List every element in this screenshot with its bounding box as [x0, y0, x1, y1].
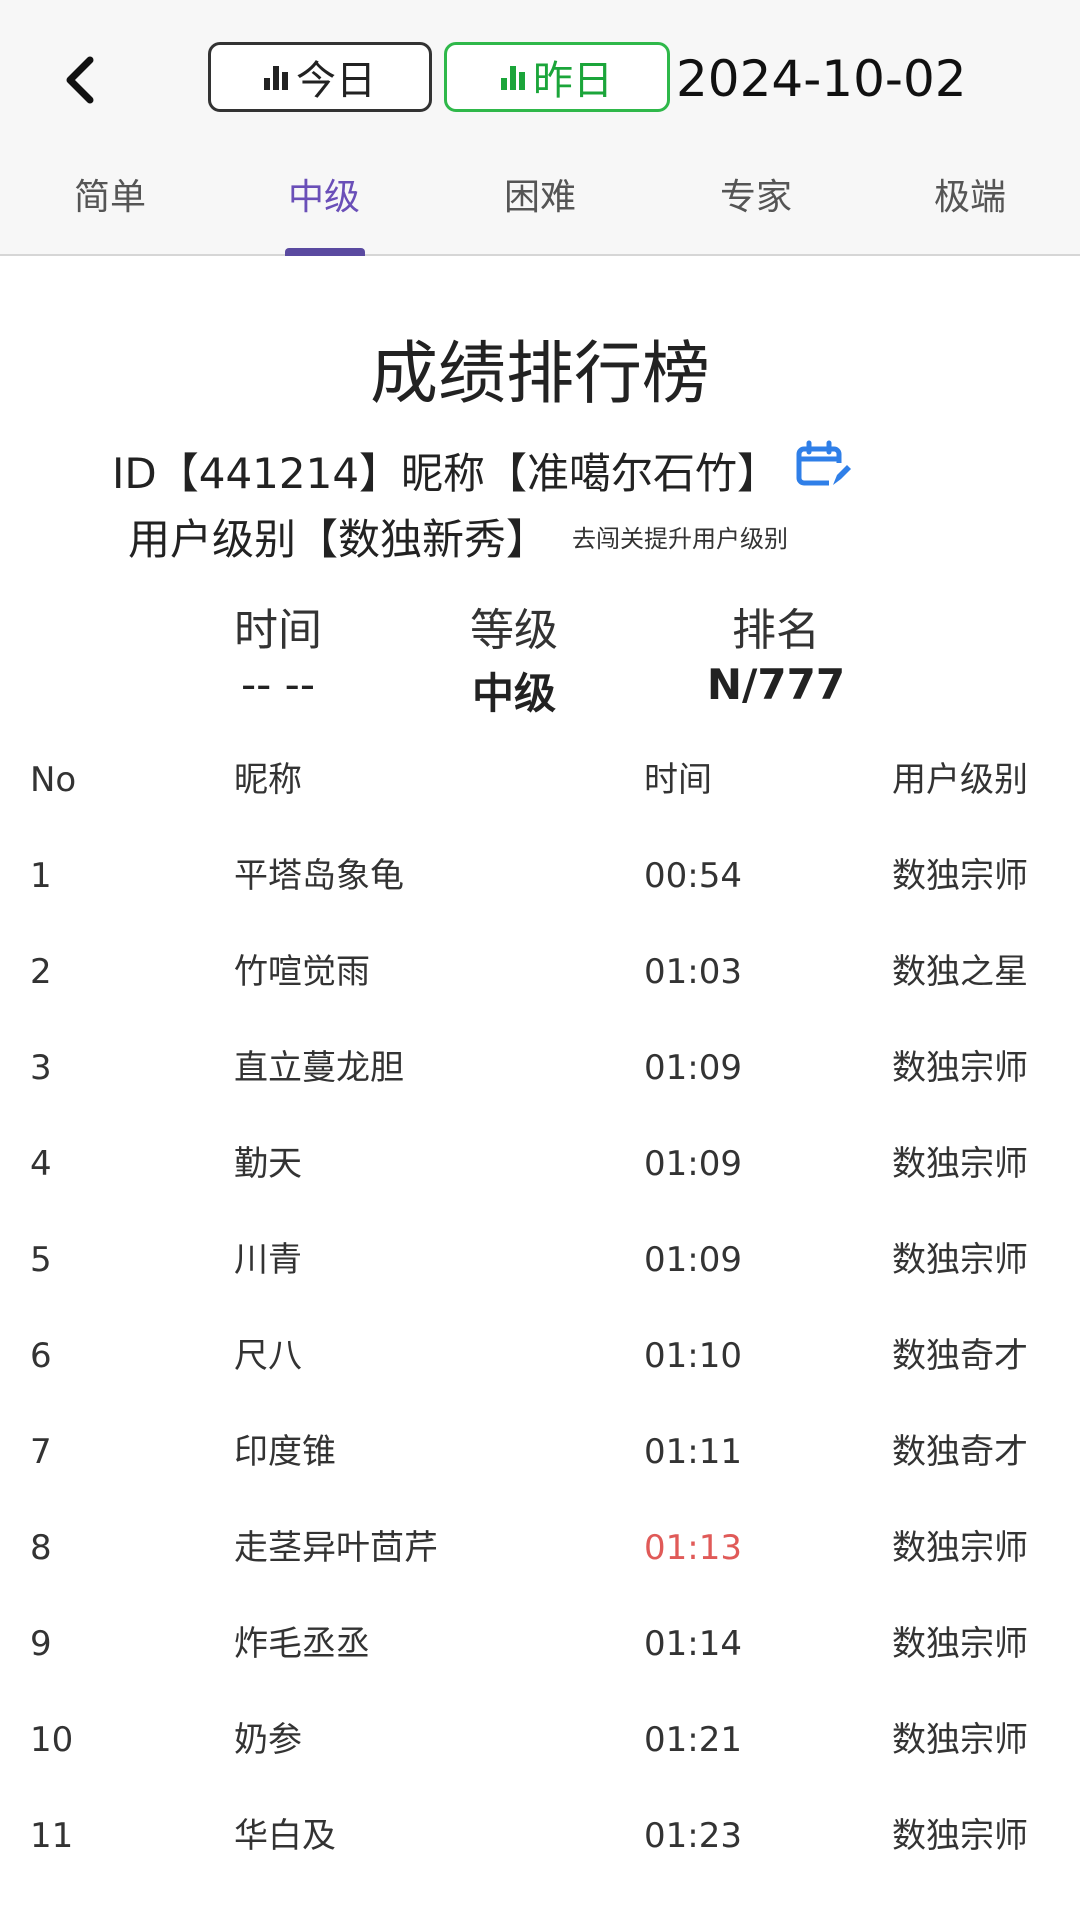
row-nickname: 印度锥	[234, 1432, 336, 1472]
table-row[interactable]: 8 走茎异叶茴芹 01:13 数独宗师	[0, 1500, 1080, 1596]
row-time: 01:14	[644, 1624, 742, 1664]
header-no: No	[30, 760, 77, 800]
row-no: 7	[30, 1432, 52, 1472]
stat-time: 时间 -- --	[178, 594, 378, 709]
row-time: 00:54	[644, 856, 742, 896]
row-user-level: 数独奇才	[892, 1432, 1028, 1472]
row-user-level: 数独宗师	[892, 1816, 1028, 1856]
tab-hard[interactable]: 困难	[432, 168, 648, 220]
row-nickname: 炸毛丞丞	[234, 1624, 370, 1664]
row-nickname: 川青	[234, 1240, 302, 1280]
user-id-line: ID【441214】昵称【准噶尔石竹】	[112, 440, 853, 500]
row-user-level: 数独奇才	[892, 1336, 1028, 1376]
table-row[interactable]: 2 竹喧觉雨 01:03 数独之星	[0, 924, 1080, 1020]
yesterday-label: 昨日	[533, 58, 613, 104]
row-nickname: 走茎异叶茴芹	[234, 1528, 438, 1568]
table-row[interactable]: 9 炸毛丞丞 01:14 数独宗师	[0, 1596, 1080, 1692]
yesterday-button[interactable]: 昨日	[444, 42, 670, 112]
row-nickname: 华白及	[234, 1816, 336, 1856]
table-header: No 昵称 时间 用户级别	[0, 732, 1080, 828]
row-user-level: 数独宗师	[892, 1240, 1028, 1280]
back-button[interactable]	[50, 44, 110, 116]
chevron-left-icon	[66, 56, 94, 104]
table-row[interactable]: 10 奶参 01:21 数独宗师	[0, 1692, 1080, 1788]
row-user-level: 数独宗师	[892, 856, 1028, 896]
row-nickname: 直立蔓龙胆	[234, 1048, 404, 1088]
bar-chart-icon	[264, 64, 288, 90]
table-row[interactable]: 3 直立蔓龙胆 01:09 数独宗师	[0, 1020, 1080, 1116]
stat-level-label: 等级	[470, 605, 558, 656]
stat-rank: 排名 N/777	[676, 594, 876, 709]
table-row[interactable]: 11 华白及 01:23 数独宗师	[0, 1788, 1080, 1884]
table-row[interactable]: 7 印度锥 01:11 数独奇才	[0, 1404, 1080, 1500]
row-time: 01:03	[644, 952, 742, 992]
calendar-edit-icon	[796, 440, 852, 487]
header-user-level: 用户级别	[892, 760, 1028, 800]
user-id-nickname: ID【441214】昵称【准噶尔石竹】	[112, 448, 780, 498]
row-no: 11	[30, 1816, 74, 1856]
header-time: 时间	[644, 760, 712, 800]
page-title: 成绩排行榜	[369, 335, 710, 414]
row-time: 01:11	[644, 1432, 742, 1472]
row-user-level: 数独宗师	[892, 1144, 1028, 1184]
user-level: 用户级别【数独新秀】	[128, 514, 549, 564]
tab-intermediate[interactable]: 中级	[216, 168, 432, 220]
row-user-level: 数独宗师	[892, 1624, 1028, 1664]
row-no: 5	[30, 1240, 52, 1280]
table-row[interactable]: 5 川青 01:09 数独宗师	[0, 1212, 1080, 1308]
row-user-level: 数独宗师	[892, 1048, 1028, 1088]
row-nickname: 奶参	[234, 1720, 302, 1760]
table-row[interactable]: 4 勤天 01:09 数独宗师	[0, 1116, 1080, 1212]
bar-chart-icon	[501, 64, 525, 90]
row-no: 1	[30, 856, 52, 896]
row-nickname: 平塔岛象龟	[234, 856, 404, 896]
header-nickname: 昵称	[234, 760, 302, 800]
row-time: 01:10	[644, 1336, 742, 1376]
upgrade-level-link[interactable]: 去闯关提升用户级别	[572, 519, 788, 554]
user-level-line: 用户级别【数独新秀】 去闯关提升用户级别	[128, 506, 788, 566]
row-time: 01:21	[644, 1720, 742, 1760]
row-time: 01:09	[644, 1144, 742, 1184]
row-time: 01:23	[644, 1816, 742, 1856]
row-no: 4	[30, 1144, 52, 1184]
row-no: 10	[30, 1720, 74, 1760]
row-user-level: 数独之星	[892, 952, 1028, 992]
row-no: 3	[30, 1048, 52, 1088]
selected-date: 2024-10-02	[676, 50, 967, 108]
row-no: 9	[30, 1624, 52, 1664]
row-time: 01:09	[644, 1240, 742, 1280]
stat-level: 等级 中级	[414, 594, 614, 721]
row-time: 01:09	[644, 1048, 742, 1088]
tab-extreme[interactable]: 极端	[862, 168, 1078, 220]
edit-nickname-button[interactable]	[793, 439, 853, 501]
table-row[interactable]: 1 平塔岛象龟 00:54 数独宗师	[0, 828, 1080, 924]
row-nickname: 竹喧觉雨	[234, 952, 370, 992]
row-nickname: 尺八	[234, 1336, 302, 1376]
active-tab-indicator	[285, 248, 365, 256]
stat-time-value: -- --	[241, 660, 315, 709]
table-row[interactable]: 6 尺八 01:10 数独奇才	[0, 1308, 1080, 1404]
stat-rank-value: N/777	[706, 660, 846, 709]
row-time-highlighted: 01:13	[644, 1528, 742, 1568]
today-label: 今日	[296, 58, 376, 104]
stat-rank-label: 排名	[732, 605, 820, 656]
row-user-level: 数独宗师	[892, 1720, 1028, 1760]
row-nickname: 勤天	[234, 1144, 302, 1184]
row-no: 8	[30, 1528, 52, 1568]
top-header: 今日 昨日 2024-10-02 简单 中级 困难 专家 极端	[0, 0, 1080, 256]
tab-expert[interactable]: 专家	[648, 168, 864, 220]
row-no: 2	[30, 952, 52, 992]
stat-time-label: 时间	[234, 605, 322, 656]
today-button[interactable]: 今日	[208, 42, 432, 112]
row-no: 6	[30, 1336, 52, 1376]
stat-level-value: 中级	[471, 669, 556, 718]
tab-easy[interactable]: 简单	[2, 168, 218, 220]
row-user-level: 数独宗师	[892, 1528, 1028, 1568]
